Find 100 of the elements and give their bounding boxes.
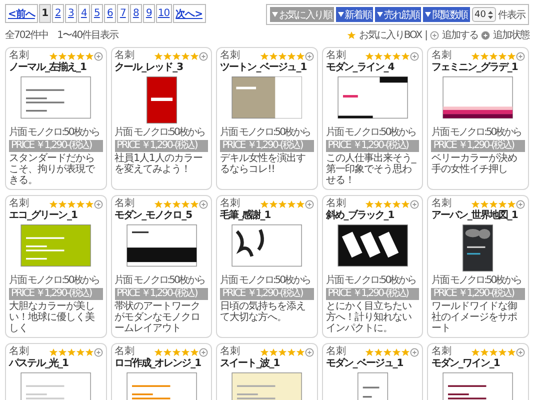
price-label: PRICE ￥1,290-(税込) [114, 140, 208, 152]
sort-button[interactable]: 売れ筋順 [375, 7, 422, 22]
caret-icon [272, 12, 278, 17]
product-card[interactable]: 名刺 モダン_ワイン_1 [427, 343, 529, 400]
page-link[interactable]: 1 [38, 4, 51, 23]
page-link[interactable]: 9 [142, 4, 155, 23]
star-icon [498, 52, 507, 60]
card-title[interactable]: モダン_モノクロ_5 [114, 210, 208, 222]
product-card[interactable]: 名刺 ノーマル_左揃え_1 片面 モノクロ:50枚から PRICE ￥1,290-(税込) スタンダードだからこそ、拘りが表現できる。 [5, 47, 107, 190]
product-card[interactable]: 名刺 パステル_光_1 [5, 343, 107, 400]
page-link[interactable]: 6 [104, 4, 116, 23]
add-circle-icon[interactable] [410, 200, 420, 208]
star-icon [286, 52, 296, 60]
page-link[interactable]: 8 [130, 4, 142, 23]
star-icon [374, 200, 384, 208]
sort-button[interactable]: 新着順 [336, 7, 374, 22]
card-description: 大胆なカラーが美しい！地球に優しく美しく [9, 301, 96, 334]
card-title[interactable]: 毛筆_感謝_1 [220, 210, 314, 222]
add-circle-icon[interactable] [304, 200, 314, 208]
previous-page-link[interactable]: <前へ [5, 4, 38, 23]
star-icon [286, 348, 296, 356]
card-title[interactable]: モダン_ワイン_1 [431, 358, 525, 370]
card-title[interactable]: ロゴ作成_オレンジ_1 [114, 358, 208, 370]
card-title[interactable]: アーバン_世界地図_1 [431, 210, 525, 222]
star-icon [84, 348, 94, 356]
page-link[interactable]: 2 [52, 4, 64, 23]
card-title[interactable]: ツートン_ベージュ_1 [220, 62, 314, 74]
star-icon [154, 348, 164, 356]
card-spec: 片面 モノクロ:50枚から [431, 275, 522, 287]
add-circle-icon[interactable] [94, 52, 103, 60]
star-icon [66, 52, 76, 60]
add-circle-icon[interactable] [199, 52, 208, 60]
star-icon [498, 200, 507, 208]
add-circle-icon[interactable] [410, 52, 420, 60]
star-icon [296, 52, 305, 60]
product-card[interactable]: 名刺 モダン_ライン_4 片面 モノクロ:50枚から PRICE ￥1,290-(税込) この人仕事出来そう_第一印象でそう思わせる！ [322, 47, 424, 190]
price-label: PRICE ￥1,290-(税込) [431, 288, 525, 300]
caret-icon [425, 12, 432, 17]
add-circle-icon[interactable] [516, 52, 525, 60]
next-page-link[interactable]: 次へ> [172, 4, 206, 23]
product-card[interactable]: 名刺 ロゴ作成_オレンジ_1 [110, 343, 212, 400]
card-category: 名刺 [9, 50, 29, 62]
card-title[interactable]: スイート_波_1 [220, 358, 314, 370]
page-link[interactable]: 4 [78, 4, 90, 23]
card-category: 名刺 [326, 50, 346, 62]
product-card[interactable]: 名刺 エコ_グリーン_1 片面 モノクロ:50枚から PRICE ￥1,290-(税込) 大胆なカラーが美しい！地球に優しく美しく [5, 195, 107, 338]
product-card[interactable]: 名刺 クール_レッド_3 片面 モノクロ:50枚から PRICE ￥1,290-(税込) 社員1人1人のカラーを変えてみよう！ [110, 47, 212, 190]
product-card[interactable]: 名刺 斜め_ブラック_1 片面 モノクロ:50枚から PRICE ￥1,290-(税込) とにかく目立ちたい方へ！計り知れないインパクトに。 [322, 195, 424, 338]
card-description: 帯状のアートワークがモダンなモノクロームレイアウト [114, 301, 202, 334]
card-category: 名刺 [220, 346, 240, 358]
star-icon [296, 348, 305, 356]
card-title[interactable]: モダン_ベージュ_1 [326, 358, 420, 370]
card-title[interactable]: クール_レッド_3 [114, 62, 208, 74]
legend-label: 追加する [442, 28, 478, 42]
add-circle-icon[interactable] [199, 200, 208, 208]
per-page-select[interactable]: 40 [472, 7, 496, 22]
page-link[interactable]: 10 [156, 4, 172, 23]
add-circle-icon[interactable] [304, 52, 314, 60]
star-icon [506, 200, 516, 208]
legend-label: 追加状態 [493, 28, 529, 42]
add-circle-icon[interactable] [516, 200, 525, 208]
product-card[interactable]: 名刺 モダン_モノクロ_5 片面 モノクロ:50枚から PRICE ￥1,290-(税込) 帯状のアートワークがモダンなモノクロームレイアウト [110, 195, 212, 338]
product-card[interactable]: 名刺 スイート_波_1 [216, 343, 318, 400]
page-link[interactable]: 5 [90, 4, 103, 23]
card-title[interactable]: 斜め_ブラック_1 [326, 210, 420, 222]
card-title[interactable]: パステル_光_1 [9, 358, 103, 370]
card-spec: 片面 モノクロ:50枚から [220, 275, 311, 287]
add-circle-icon[interactable] [516, 348, 525, 356]
card-title[interactable]: ノーマル_左揃え_1 [9, 62, 103, 74]
page-link[interactable]: 7 [116, 4, 129, 23]
price-label: PRICE ￥1,290-(税込) [9, 140, 103, 152]
add-circle-icon[interactable] [94, 348, 103, 356]
star-icon [76, 200, 85, 208]
star-icon [401, 348, 410, 356]
add-circle-icon[interactable] [304, 348, 314, 356]
card-title[interactable]: モダン_ライン_4 [326, 62, 420, 74]
product-card[interactable]: 名刺 フェミニン_グラデ_1 片面 モノクロ:50枚から PRICE ￥1,290-(税込) ベリーカラーが決め手の女性イチ押し [427, 47, 529, 190]
add-circle-icon[interactable] [199, 348, 208, 356]
sort-button[interactable]: 閲覧数順 [423, 7, 470, 22]
card-description: ベリーカラーが決め手の女性イチ押し [431, 153, 518, 175]
card-title[interactable]: フェミニン_グラデ_1 [431, 62, 525, 74]
product-card[interactable]: 名刺 毛筆_感謝_1 片面 モノクロ:50枚から PRICE ￥1,290-(税込) 日頃の気持ちを添えて大切な方へ。 [216, 195, 318, 338]
star-icon [392, 200, 402, 208]
card-category: 名刺 [431, 50, 452, 62]
star-icon [296, 200, 305, 208]
star-icon [154, 200, 164, 208]
card-title[interactable]: エコ_グリーン_1 [9, 210, 103, 222]
add-circle-icon[interactable] [94, 200, 103, 208]
product-card[interactable]: 名刺 モダン_ベージュ_1 [322, 343, 424, 400]
star-icon [48, 348, 58, 356]
star-icon [346, 30, 356, 40]
product-card[interactable]: 名刺 ツートン_ベージュ_1 片面 モノクロ:50枚から PRICE ￥1,290-(税込) デキル女性を演出するならコレ!! [216, 47, 318, 190]
star-icon [488, 200, 498, 208]
favorites-box-link[interactable]: お気に入りBOX [358, 28, 422, 42]
star-icon [66, 200, 76, 208]
star-icon [365, 52, 374, 60]
add-circle-icon[interactable] [410, 348, 420, 356]
product-card[interactable]: 名刺 アーバン_世界地図_1 片面 モノクロ:50枚から PRICE ￥1,290-(税込) ワールドワイドな御社のイメージをサポート [427, 195, 529, 338]
page-link[interactable]: 3 [64, 4, 77, 23]
star-icon [172, 200, 182, 208]
